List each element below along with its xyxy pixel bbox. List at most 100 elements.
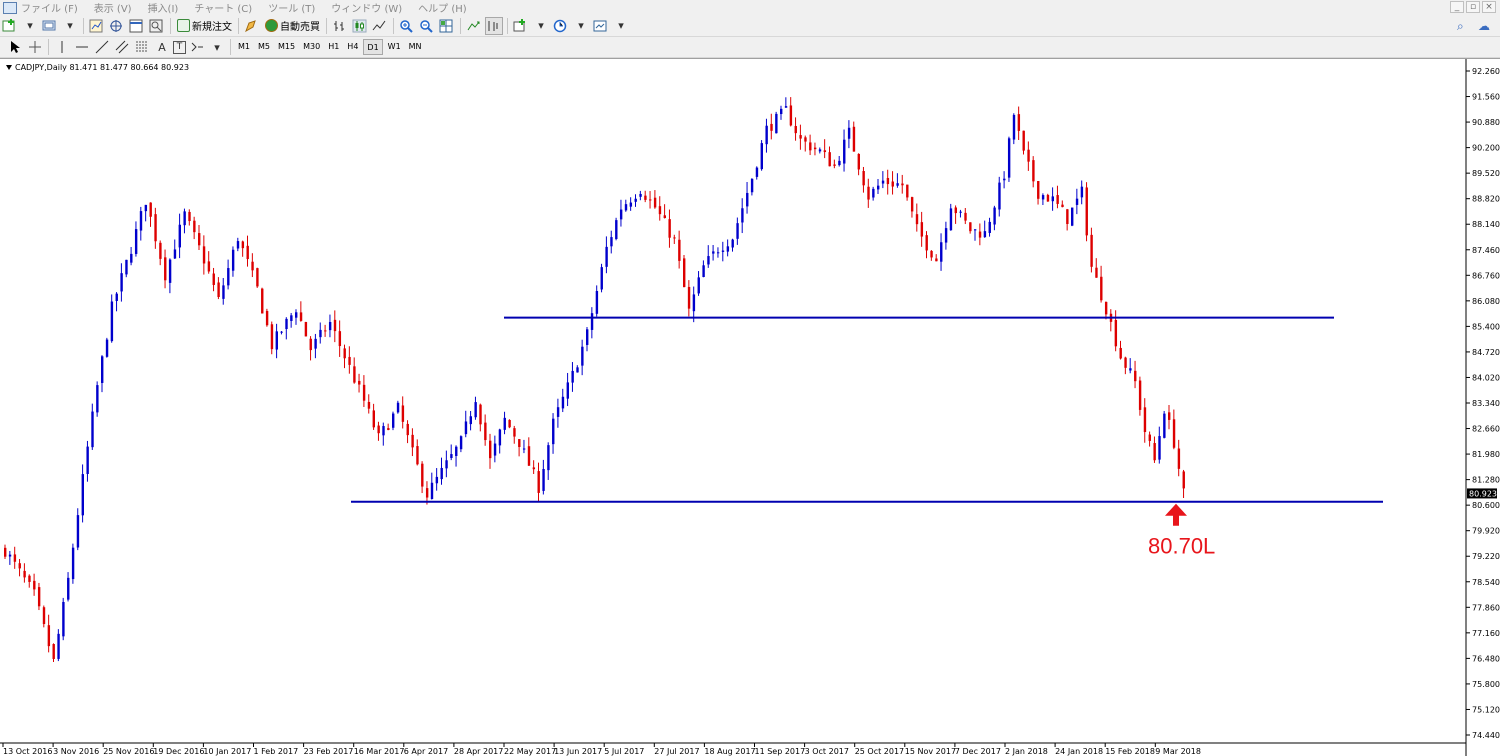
candle-bullish: [110, 301, 114, 342]
horizontal-line-icon[interactable]: [73, 38, 91, 56]
chart-window[interactable]: 92.260 91.560 90.880 90.200 89.520 88.820 88.1…: [0, 58, 1500, 756]
trendline-icon[interactable]: [93, 38, 111, 56]
timeframe-m30[interactable]: M30: [300, 39, 323, 55]
dropdown-arrow-icon[interactable]: ▾: [208, 38, 226, 56]
profiles-icon[interactable]: [41, 17, 59, 35]
candle-bullish: [983, 231, 987, 238]
auto-scroll-icon[interactable]: [465, 17, 483, 35]
candle-bearish: [1090, 234, 1093, 267]
dropdown-arrow-icon[interactable]: ▾: [612, 17, 630, 35]
price-chart[interactable]: 92.260 91.560 90.880 90.200 89.520 88.820 88.1…: [0, 59, 1500, 756]
candle-bearish: [411, 434, 414, 448]
bar-chart-icon[interactable]: [331, 17, 349, 35]
cursor-icon[interactable]: [6, 38, 24, 56]
text-label-tool-button[interactable]: T: [173, 40, 186, 54]
symbol-ohlc: CADJPY,Daily 81.471 81.477 80.664 80.923: [15, 63, 190, 72]
vertical-line-icon[interactable]: [53, 38, 71, 56]
candle-bullish: [1051, 196, 1054, 202]
candle-bullish: [178, 224, 181, 248]
candle-bullish: [974, 229, 977, 231]
templates-icon[interactable]: [592, 17, 610, 35]
market-watch-icon[interactable]: [88, 17, 106, 35]
candle-bullish: [746, 192, 749, 207]
candle-bullish: [8, 554, 12, 557]
new-chart-icon[interactable]: [1, 17, 19, 35]
arrows-shapes-icon[interactable]: [188, 38, 206, 56]
candle-bearish: [901, 183, 904, 186]
zoom-in-icon[interactable]: [398, 17, 416, 35]
candle-bearish: [852, 126, 856, 152]
candle-bullish: [872, 188, 875, 198]
dropdown-arrow-icon[interactable]: ▾: [532, 17, 550, 35]
auto-trading-icon: [265, 19, 278, 32]
candle-bearish: [673, 237, 676, 239]
candle-bearish: [910, 197, 914, 212]
candle-bearish: [857, 153, 860, 170]
candle-bearish: [513, 428, 516, 437]
restore-button[interactable]: ▫: [1466, 1, 1480, 13]
candle-bullish: [1129, 368, 1132, 371]
tile-windows-icon[interactable]: [438, 17, 456, 35]
timeframe-m5[interactable]: M5: [255, 39, 273, 55]
new-order-button[interactable]: 新規注文: [174, 17, 235, 35]
timeframe-m1[interactable]: M1: [235, 39, 253, 55]
close-button[interactable]: ×: [1482, 1, 1496, 13]
menu-insert[interactable]: 挿入(I): [148, 0, 179, 15]
text-tool-button[interactable]: A: [153, 38, 171, 56]
minimize-button[interactable]: _: [1450, 1, 1464, 13]
timeframe-d1[interactable]: D1: [363, 39, 383, 55]
candle-bearish: [799, 135, 802, 139]
candle-bullish: [716, 252, 720, 254]
candle-bearish: [1032, 160, 1035, 182]
candle-bearish: [261, 288, 264, 314]
auto-trading-button[interactable]: 自動売買: [262, 17, 323, 35]
menu-tools[interactable]: ツール (T): [268, 0, 315, 15]
zoom-out-icon[interactable]: [418, 17, 436, 35]
navigator-icon[interactable]: [108, 17, 126, 35]
menu-chart[interactable]: チャート (C): [194, 0, 252, 15]
fibonacci-icon[interactable]: [133, 38, 151, 56]
dropdown-arrow-icon[interactable]: ▾: [572, 17, 590, 35]
candle-bullish: [430, 482, 434, 499]
candle-bearish: [920, 222, 924, 237]
candlestick-chart-icon[interactable]: [351, 17, 369, 35]
line-chart-icon[interactable]: [371, 17, 389, 35]
candle-bearish: [251, 261, 254, 271]
menu-file[interactable]: ファイル (F): [21, 0, 78, 15]
periods-clock-icon[interactable]: [552, 17, 570, 35]
candle-bullish: [1075, 198, 1079, 205]
chart-shift-icon[interactable]: [485, 16, 503, 35]
new-order-icon: [177, 19, 190, 32]
timeframe-m15[interactable]: M15: [275, 39, 298, 55]
crosshair-icon[interactable]: [26, 38, 44, 56]
indicators-icon[interactable]: [512, 17, 530, 35]
candle-bullish: [168, 259, 172, 283]
support-resistance-lines[interactable]: [351, 316, 1383, 503]
menu-help[interactable]: ヘルプ (H): [418, 0, 467, 15]
search-icon[interactable]: ⌕: [1457, 19, 1464, 34]
channel-icon[interactable]: [113, 38, 131, 56]
timeframe-w1[interactable]: W1: [385, 39, 404, 55]
metaeditor-icon[interactable]: [243, 17, 261, 35]
candle-bullish: [731, 239, 734, 248]
dropdown-arrow-icon[interactable]: ▾: [61, 17, 79, 35]
menu-view[interactable]: 表示 (V): [94, 0, 132, 15]
timeframe-h1[interactable]: H1: [325, 39, 342, 55]
candle-bearish: [1138, 380, 1142, 410]
candle-bullish: [624, 204, 628, 211]
menu-window[interactable]: ウィンドウ (W): [331, 0, 402, 15]
terminal-icon[interactable]: [128, 17, 146, 35]
candle-bearish: [1143, 407, 1147, 433]
tester-icon[interactable]: [148, 17, 166, 35]
candle-bearish: [37, 587, 41, 607]
chat-icon[interactable]: ☁: [1478, 19, 1490, 33]
timeframe-h4[interactable]: H4: [344, 39, 361, 55]
collapse-triangle-icon[interactable]: [6, 65, 12, 70]
candle-bearish: [1124, 357, 1127, 368]
dropdown-arrow-icon[interactable]: ▾: [21, 17, 39, 35]
candle-bullish: [741, 208, 744, 223]
candle-bullish: [81, 474, 84, 516]
timeframe-mn[interactable]: MN: [406, 39, 425, 55]
chart-header: CADJPY,Daily 81.471 81.477 80.664 80.923: [6, 63, 189, 72]
candle-bearish: [804, 137, 807, 142]
